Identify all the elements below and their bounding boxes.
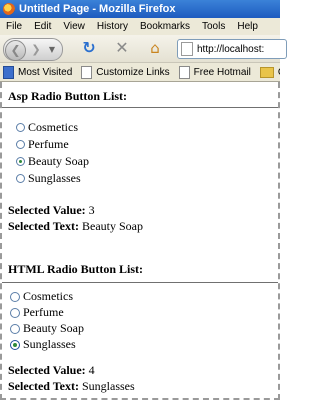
window-titlebar: Untitled Page - Mozilla Firefox — [0, 0, 280, 18]
radio-button-selected[interactable] — [16, 157, 25, 166]
menu-edit[interactable]: Edit — [28, 21, 57, 32]
radio-button-selected[interactable] — [10, 339, 20, 350]
most-visited-icon — [3, 65, 14, 79]
radio-label: Cosmetics — [23, 289, 73, 303]
bookmark-label: Free Hotmail — [193, 66, 251, 78]
asp-section-title: Asp Radio Button List: — [8, 89, 128, 103]
chevron-down-icon: ▼ — [48, 45, 56, 54]
html-section-title: HTML Radio Button List: — [8, 262, 144, 276]
html-radio-beauty-soap[interactable]: Beauty Soap — [10, 321, 84, 336]
bookmark-folder[interactable]: G — [259, 66, 280, 78]
dashed-border — [278, 82, 280, 400]
selected-value: 3 — [88, 203, 95, 217]
selected-text-label: Selected Text: — [8, 379, 79, 393]
selected-value-label: Selected Value: — [8, 363, 86, 377]
radio-label: Cosmetics — [28, 120, 78, 134]
home-icon: ⌂ — [150, 39, 160, 57]
stop-icon: ✕ — [115, 38, 129, 57]
radio-label: Perfume — [23, 305, 64, 319]
divider — [2, 282, 278, 283]
asp-selected-text: Selected Text: Beauty Soap — [8, 219, 143, 234]
dashed-border — [0, 82, 2, 400]
html-selected-value: Selected Value: 4 — [8, 363, 95, 378]
reload-button[interactable]: ↻ — [80, 39, 98, 57]
html-radio-sunglasses[interactable]: Sunglasses — [10, 337, 76, 352]
bookmark-label: Customize Links — [96, 66, 170, 78]
asp-radio-beauty-soap[interactable]: Beauty Soap — [16, 154, 89, 169]
history-dropdown-button[interactable]: ▼ — [46, 42, 58, 57]
forward-arrow-icon: ❯ — [31, 43, 41, 56]
back-button[interactable]: ❮ — [5, 40, 26, 61]
asp-selected-value: Selected Value: 3 — [8, 203, 95, 218]
radio-button[interactable] — [16, 174, 25, 183]
html-radio-perfume[interactable]: Perfume — [10, 305, 64, 320]
firefox-icon — [3, 3, 15, 15]
radio-label: Beauty Soap — [23, 321, 84, 335]
home-button[interactable]: ⌂ — [145, 39, 165, 57]
radio-label: Sunglasses — [28, 171, 81, 185]
navigation-toolbar: ❮ ❯ ▼ ↻ ✕ ⌂ http://localhost: — [0, 35, 287, 63]
menu-tools[interactable]: Tools — [196, 21, 231, 32]
menu-file[interactable]: File — [0, 21, 28, 32]
html-radio-cosmetics[interactable]: Cosmetics — [10, 289, 73, 304]
bookmark-label: G — [278, 67, 280, 78]
address-bar[interactable]: http://localhost: — [177, 39, 287, 59]
address-text: http://localhost: — [197, 43, 265, 55]
bookmark-free-hotmail[interactable]: Free Hotmail — [178, 65, 251, 79]
radio-label: Beauty Soap — [28, 154, 89, 168]
selected-value-label: Selected Value: — [8, 203, 86, 217]
page-icon — [81, 65, 93, 79]
divider — [2, 107, 278, 108]
asp-radio-cosmetics[interactable]: Cosmetics — [16, 120, 78, 135]
radio-button[interactable] — [16, 123, 25, 132]
selected-text: Sunglasses — [82, 379, 135, 393]
page-icon — [178, 65, 190, 79]
radio-button[interactable] — [16, 140, 25, 149]
bookmark-label: Most Visited — [18, 66, 73, 78]
bookmark-most-visited[interactable]: Most Visited — [3, 65, 73, 79]
bookmarks-toolbar: Most Visited Customize Links Free Hotmai… — [0, 63, 280, 82]
back-forward-group: ❮ ❯ ▼ — [3, 38, 63, 61]
window-title: Untitled Page - Mozilla Firefox — [19, 3, 176, 15]
asp-radio-sunglasses[interactable]: Sunglasses — [16, 171, 81, 186]
menu-bar: File Edit View History Bookmarks Tools H… — [0, 18, 280, 36]
forward-button[interactable]: ❯ — [29, 42, 43, 57]
folder-icon — [259, 66, 274, 78]
back-arrow-icon: ❮ — [10, 43, 21, 57]
selected-text: Beauty Soap — [82, 219, 143, 233]
bookmark-customize-links[interactable]: Customize Links — [81, 65, 170, 79]
menu-view[interactable]: View — [57, 21, 91, 32]
selected-value: 4 — [88, 363, 95, 377]
menu-bookmarks[interactable]: Bookmarks — [134, 21, 196, 32]
radio-button[interactable] — [10, 307, 20, 318]
stop-button[interactable]: ✕ — [113, 39, 131, 57]
radio-button[interactable] — [10, 291, 20, 302]
selected-text-label: Selected Text: — [8, 219, 79, 233]
html-selected-text: Selected Text: Sunglasses — [8, 379, 135, 394]
radio-button[interactable] — [10, 323, 20, 334]
page-content: Asp Radio Button List: Cosmetics Perfume… — [0, 82, 280, 400]
radio-label: Sunglasses — [23, 337, 76, 351]
reload-icon: ↻ — [82, 38, 96, 57]
page-icon — [181, 42, 193, 56]
asp-radio-perfume[interactable]: Perfume — [16, 137, 69, 152]
menu-history[interactable]: History — [91, 21, 134, 32]
radio-label: Perfume — [28, 137, 69, 151]
menu-help[interactable]: Help — [231, 21, 264, 32]
